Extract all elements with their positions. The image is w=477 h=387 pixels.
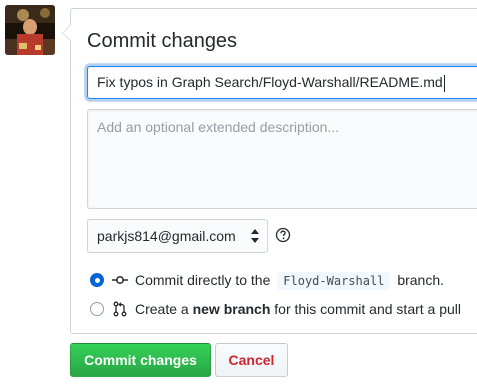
- author-email-select[interactable]: parkjs814@gmail.com: [87, 219, 268, 253]
- cancel-button[interactable]: Cancel: [215, 343, 288, 377]
- commit-direct-label: Commit directly to the Floyd-Warshall br…: [135, 271, 444, 290]
- new-branch-bold: new branch: [192, 301, 271, 317]
- new-branch-suffix: for this commit and start a pull: [274, 301, 462, 317]
- commit-summary-input[interactable]: Fix typos in Graph Search/Floyd-Warshall…: [87, 66, 477, 99]
- new-branch-prefix: Create a: [135, 301, 189, 317]
- commit-summary-text: Fix typos in Graph Search/Floyd-Warshall…: [97, 74, 443, 90]
- branch-name: Floyd-Warshall: [277, 272, 391, 290]
- git-commit-icon: [112, 276, 128, 284]
- text-caret: [443, 74, 445, 92]
- commit-description-textarea[interactable]: Add an optional extended description...: [87, 109, 477, 209]
- panel-pointer-fill: [63, 25, 71, 41]
- new-branch-label: Create a new branch for this commit and …: [135, 300, 461, 318]
- direct-suffix: branch.: [397, 272, 445, 288]
- select-arrows-icon: [251, 229, 259, 243]
- commit-form-title: Commit changes: [87, 30, 238, 52]
- git-pull-request-icon: [113, 301, 127, 317]
- avatar[interactable]: [5, 5, 55, 55]
- commit-direct-radio[interactable]: [90, 273, 104, 287]
- question-icon[interactable]: [275, 227, 291, 243]
- direct-prefix: Commit directly to the: [135, 272, 271, 288]
- description-placeholder: Add an optional extended description...: [97, 119, 340, 135]
- selected-email: parkjs814@gmail.com: [97, 228, 236, 244]
- commit-changes-button[interactable]: Commit changes: [70, 343, 211, 377]
- new-branch-radio[interactable]: [90, 302, 104, 316]
